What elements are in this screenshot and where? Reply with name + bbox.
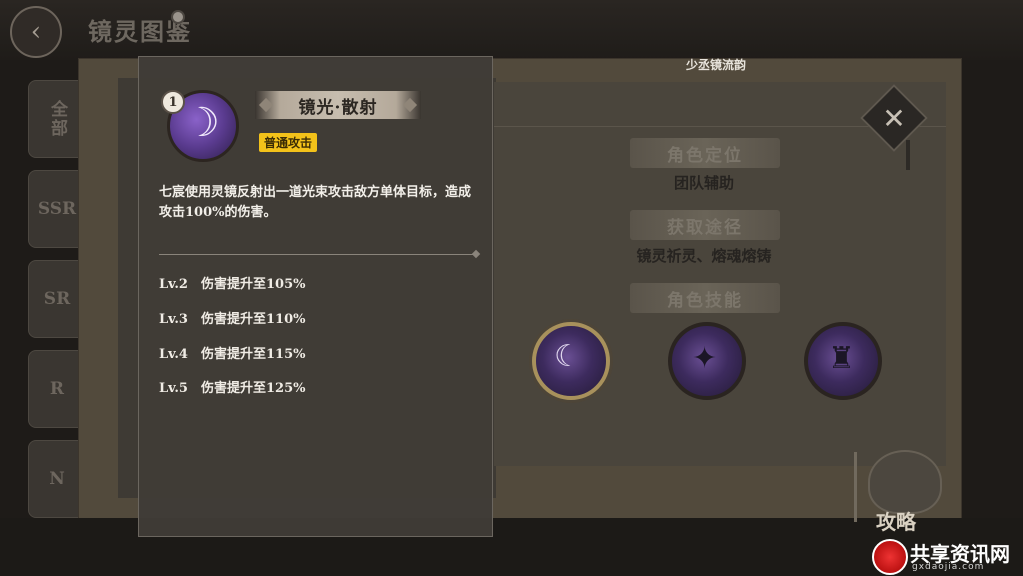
upgrade-effect: 伤害提升至105%: [201, 277, 306, 292]
back-button[interactable]: ‹: [10, 6, 62, 58]
divider-diamond-icon: [471, 249, 481, 259]
plate-diamond-icon: [402, 97, 418, 113]
upgrade-effect: 伤害提升至125%: [201, 381, 306, 396]
plate-diamond-icon: [258, 97, 274, 113]
watermark-url: gxdaojia.com: [912, 562, 985, 572]
upgrade-row: Lv.2 伤害提升至105%: [159, 273, 306, 292]
source-value: 镜灵祈灵、熔魂熔铸: [636, 247, 772, 265]
close-button-hanger: [906, 140, 910, 170]
skill-1-icon[interactable]: ☾: [532, 322, 610, 400]
section-divider: [159, 254, 475, 255]
upgrade-level: Lv.5: [159, 381, 188, 396]
skill-3-icon[interactable]: ♜: [804, 322, 882, 400]
upgrade-level: Lv.4: [159, 347, 188, 362]
watermark-logo-icon: [872, 539, 908, 575]
skills-heading: 角色技能: [630, 283, 780, 313]
upgrade-effect: 伤害提升至115%: [201, 347, 306, 362]
skill-detail-popup: ☽ 1 镜光·散射 普通攻击 七宸使用灵镜反射出一道光束攻击敌方单体目标，造成攻…: [138, 56, 493, 537]
upgrade-level: Lv.2: [159, 277, 188, 292]
mascot-staff: [854, 452, 857, 522]
role-value: 团队辅助: [673, 174, 734, 192]
back-arrow-icon: ‹: [30, 17, 42, 47]
role-heading: 角色定位: [630, 138, 780, 168]
skill-name: 镜光·散射: [298, 97, 378, 118]
skill-level-badge: 1: [161, 90, 185, 114]
skill-type-tag: 普通攻击: [259, 133, 318, 152]
upgrade-row: Lv.4 伤害提升至115%: [159, 343, 306, 362]
page-indicator-dot: [171, 10, 185, 24]
source-heading: 获取途径: [630, 210, 780, 240]
crescent-moon-icon: ☽: [184, 100, 220, 146]
strategy-button[interactable]: 攻略: [876, 506, 916, 535]
close-icon[interactable]: ✕: [870, 94, 918, 142]
skill-2-icon[interactable]: ✦: [668, 322, 746, 400]
upgrade-level: Lv.3: [159, 312, 188, 327]
upgrade-effect: 伤害提升至110%: [201, 312, 306, 327]
upgrade-row: Lv.5 伤害提升至125%: [159, 377, 306, 396]
guide-mascot[interactable]: [868, 450, 942, 514]
skill-description: 七宸使用灵镜反射出一道光束攻击敌方单体目标，造成攻击100%的伤害。: [159, 185, 472, 220]
character-name-title: 少丞镜流韵: [686, 58, 747, 72]
skill-name-plate: 镜光·散射: [255, 91, 421, 119]
upgrade-row: Lv.3 伤害提升至110%: [159, 308, 306, 327]
